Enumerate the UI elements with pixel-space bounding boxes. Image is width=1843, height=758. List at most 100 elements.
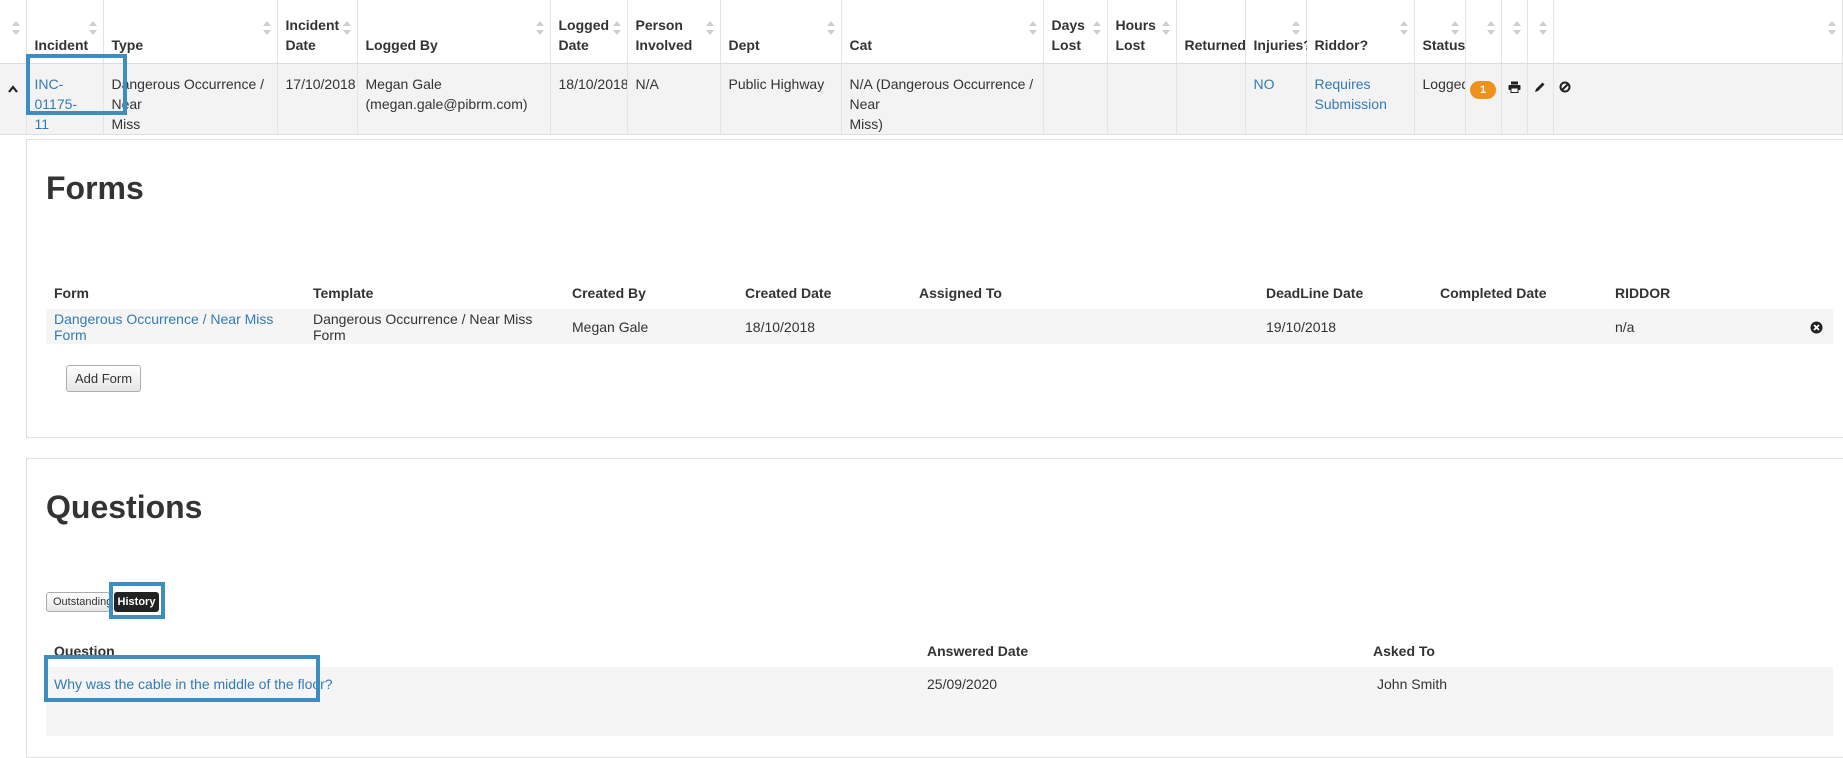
header-type[interactable]: Type — [103, 0, 278, 64]
forms-header-completed-date: Completed Date — [1440, 285, 1547, 301]
header-person-involved[interactable]: Person Involved — [627, 0, 721, 64]
questions-panel: Questions Outstanding History Question A… — [26, 458, 1843, 758]
form-link[interactable]: Dangerous Occurrence / Near Miss Form — [54, 311, 273, 343]
person-involved-cell: N/A — [627, 63, 721, 135]
header-incident[interactable]: Incident — [26, 0, 104, 64]
badge-cell: 1 — [1465, 63, 1502, 135]
forms-header-form: Form — [54, 285, 89, 301]
injuries-link[interactable]: NO — [1254, 76, 1275, 92]
cancel-icon — [1559, 81, 1570, 93]
incident-id-link[interactable]: INC-01175- 11 — [35, 76, 78, 132]
forms-panel: Forms Form Template Created By Created D… — [26, 139, 1843, 438]
collapse-row-button[interactable] — [0, 63, 27, 135]
header-status[interactable]: Status — [1414, 0, 1466, 64]
add-form-button[interactable]: Add Form — [66, 365, 141, 392]
template-cell: Dangerous Occurrence / Near Miss Form — [305, 309, 564, 344]
riddor-cell: n/a — [1607, 309, 1767, 344]
form-cell: Dangerous Occurrence / Near Miss Form — [46, 309, 305, 344]
tab-history[interactable]: History — [114, 592, 159, 612]
header-print[interactable] — [1501, 0, 1528, 64]
questions-header-row: Question Answered Date Asked To — [46, 625, 1833, 667]
sort-icon — [1486, 18, 1496, 38]
edit-button[interactable] — [1527, 63, 1554, 135]
sort-icon — [1092, 18, 1102, 38]
dept-cell: Public Highway — [720, 63, 842, 135]
injuries-cell: NO — [1245, 63, 1307, 135]
cat-cell: N/A (Dangerous Occurrence / Near Miss) — [841, 63, 1044, 135]
questions-header-answered-date: Answered Date — [927, 643, 1029, 659]
sort-icon — [342, 18, 352, 38]
answered-date-cell: 25/09/2020 — [919, 667, 1365, 736]
expand-column-header[interactable] — [0, 0, 27, 64]
header-riddor[interactable]: Riddor? — [1306, 0, 1415, 64]
forms-header-created-by: Created By — [572, 285, 646, 301]
forms-header-row: Form Template Created By Created Date As… — [46, 267, 1833, 309]
header-badge[interactable] — [1465, 0, 1502, 64]
header-logged-date[interactable]: Logged Date — [550, 0, 628, 64]
table-row: Dangerous Occurrence / Near Miss Form Da… — [46, 309, 1833, 344]
header-returned[interactable]: Returned — [1176, 0, 1246, 64]
sort-icon — [88, 18, 98, 38]
returned-cell — [1176, 63, 1246, 135]
remove-circle-icon — [1810, 321, 1823, 334]
header-cancel[interactable] — [1553, 0, 1843, 64]
header-incident-date[interactable]: Incident Date — [277, 0, 358, 64]
forms-header-actions — [1767, 267, 1833, 309]
sort-icon — [1450, 18, 1460, 38]
question-link[interactable]: Why was the cable in the middle of the f… — [54, 676, 333, 692]
notification-badge[interactable]: 1 — [1470, 81, 1496, 99]
assigned-to-cell — [911, 309, 1258, 344]
forms-header-deadline-date: DeadLine Date — [1266, 285, 1364, 301]
chevron-up-icon — [7, 85, 18, 93]
asked-to-cell: John Smith — [1365, 667, 1833, 736]
incident-row: INC-01175- 11 Dangerous Occurrence / Near… — [0, 63, 1843, 135]
status-cell: Logged — [1414, 63, 1466, 135]
print-icon — [1508, 81, 1520, 93]
questions-header-question: Question — [54, 643, 115, 659]
forms-header-template: Template — [313, 285, 374, 301]
forms-header-riddor: RIDDOR — [1615, 285, 1671, 301]
questions-table: Question Answered Date Asked To Why was … — [46, 625, 1833, 736]
question-cell: Why was the cable in the middle of the f… — [46, 667, 919, 736]
days-lost-cell — [1043, 63, 1108, 135]
header-days-lost[interactable]: Days Lost — [1043, 0, 1108, 64]
logged-by-cell: Megan Gale (megan.gale@pibrm.com) — [357, 63, 551, 135]
deadline-date-cell: 19/10/2018 — [1258, 309, 1432, 344]
incident-header-row: Incident Type Incident Date Logged By Log… — [0, 0, 1843, 64]
header-injuries[interactable]: Injuries? — [1245, 0, 1312, 64]
forms-header-created-date: Created Date — [745, 285, 832, 301]
print-button[interactable] — [1501, 63, 1528, 135]
tab-outstanding[interactable]: Outstanding — [46, 592, 112, 612]
sort-icon — [535, 18, 545, 38]
header-edit[interactable] — [1527, 0, 1554, 64]
forms-header-assigned-to: Assigned To — [919, 285, 1002, 301]
forms-table: Form Template Created By Created Date As… — [46, 267, 1833, 344]
questions-title: Questions — [46, 489, 203, 525]
riddor-cell: Requires Submission — [1306, 63, 1415, 135]
hours-lost-cell — [1107, 63, 1177, 135]
incident-id-cell: INC-01175- 11 — [26, 63, 104, 135]
header-dept[interactable]: Dept — [720, 0, 842, 64]
header-logged-by[interactable]: Logged By — [357, 0, 551, 64]
header-cat[interactable]: Cat — [841, 0, 1044, 64]
completed-date-cell — [1432, 309, 1607, 344]
table-row: Why was the cable in the middle of the f… — [46, 667, 1833, 736]
sort-icon — [1827, 18, 1837, 38]
incident-date-cell: 17/10/2018 — [277, 63, 358, 135]
sort-icon — [705, 18, 715, 38]
sort-icon — [11, 18, 21, 38]
riddor-link[interactable]: Requires Submission — [1315, 76, 1387, 112]
logged-date-cell: 18/10/2018 — [550, 63, 628, 135]
sort-icon — [262, 18, 272, 38]
header-hours-lost[interactable]: Hours Lost — [1107, 0, 1177, 64]
created-date-cell: 18/10/2018 — [737, 309, 911, 344]
sort-icon — [1028, 18, 1038, 38]
sort-icon — [1161, 18, 1171, 38]
questions-header-asked-to: Asked To — [1373, 643, 1435, 659]
sort-icon — [1399, 18, 1409, 38]
forms-title: Forms — [46, 170, 144, 206]
sort-icon — [1512, 18, 1522, 38]
remove-form-button[interactable] — [1767, 309, 1833, 344]
cancel-button[interactable] — [1553, 63, 1843, 135]
sort-icon — [1538, 18, 1548, 38]
